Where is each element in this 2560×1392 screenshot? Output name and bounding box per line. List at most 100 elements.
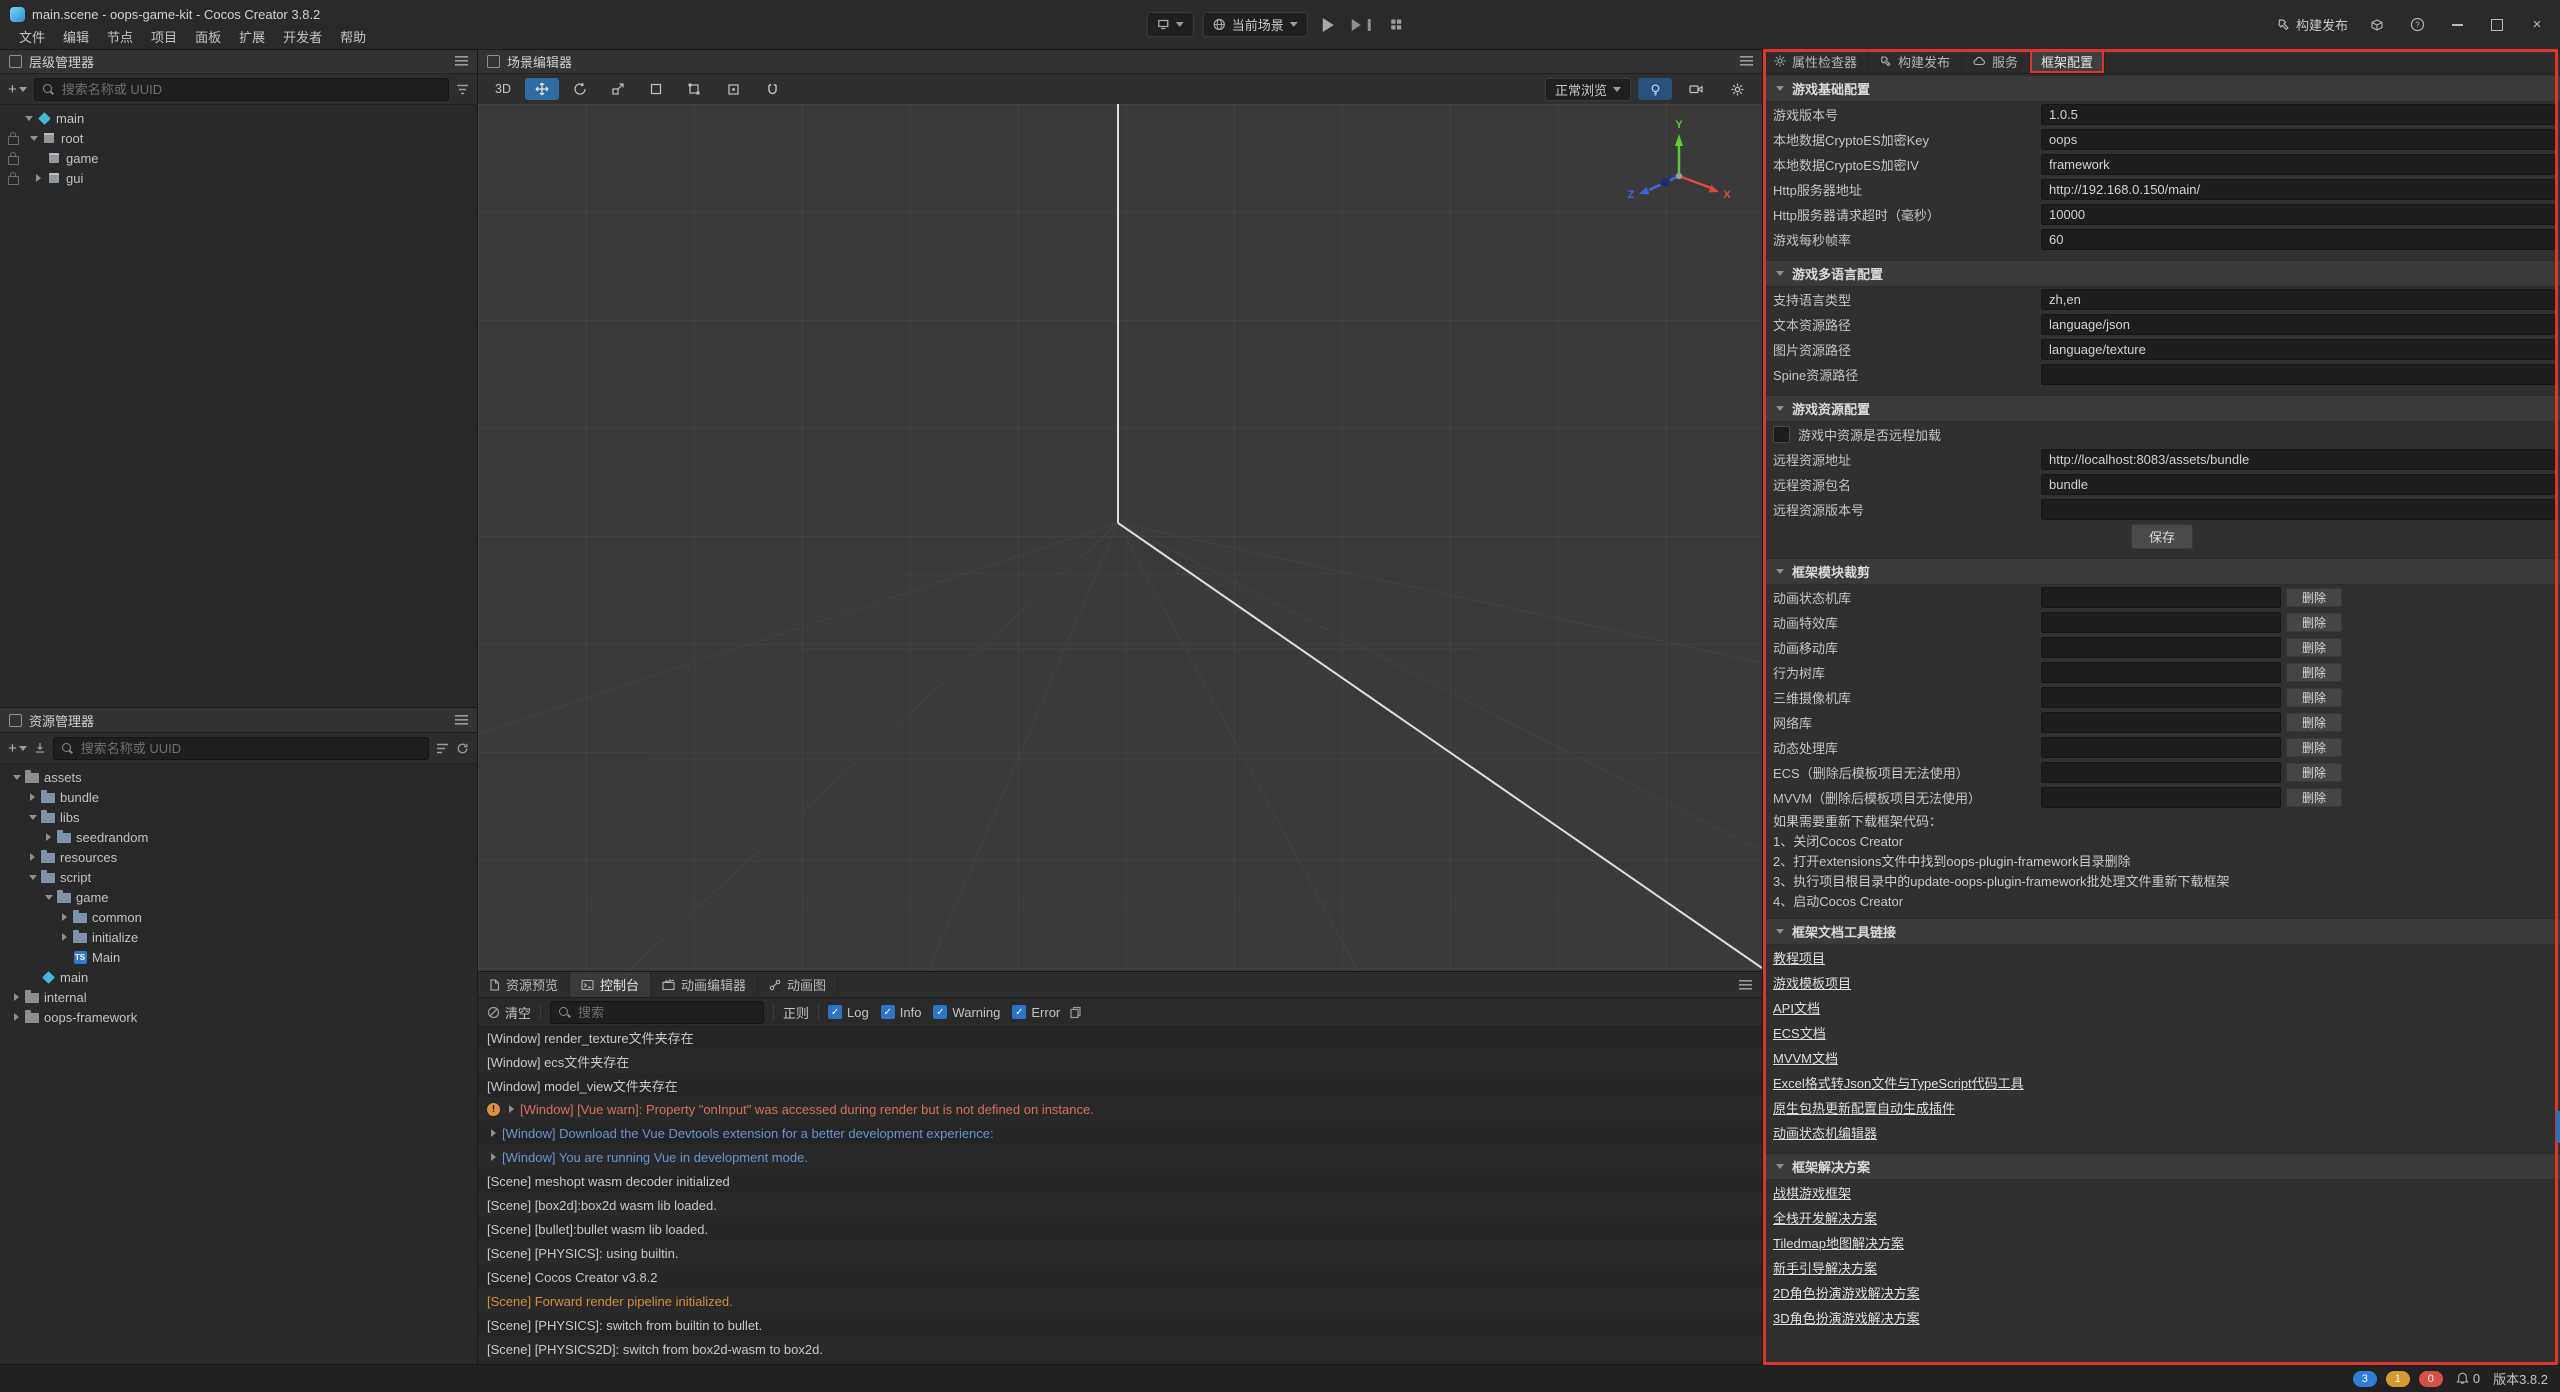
inspector-tab[interactable]: 构建发布 [1869,49,1962,73]
section-header[interactable]: 框架解决方案 [1763,1153,2560,1180]
notification-bell[interactable]: 0 [2456,1371,2480,1386]
section-header[interactable]: 游戏基础配置 [1763,75,2560,102]
doc-link[interactable]: 新手引导解决方案 [1773,1258,1877,1277]
doc-link[interactable]: 战棋游戏框架 [1773,1183,1851,1202]
field-input[interactable] [2041,474,2555,495]
console-search[interactable] [550,1001,764,1024]
doc-link[interactable]: 教程项目 [1773,948,1825,967]
module-input[interactable] [2041,662,2281,683]
expand-caret[interactable] [32,172,45,185]
close-button[interactable]: × [2526,14,2548,36]
layout-grid-button[interactable] [1379,14,1413,36]
filter-error[interactable]: ✓Error [1012,1005,1060,1020]
field-input[interactable] [2041,154,2555,175]
tree-node[interactable]: initialize [4,927,477,947]
field-input[interactable] [2041,364,2555,385]
tree-node[interactable]: root [4,128,477,148]
log-row[interactable]: [Scene] Cocos Creator v3.8.2 [478,1265,1762,1289]
expand-caret[interactable] [26,851,39,864]
doc-link[interactable]: Excel格式转Json文件与TypeScript代码工具 [1773,1073,2024,1092]
view-gizmo[interactable]: Y X Z [1621,114,1737,230]
save-button[interactable]: 保存 [2131,524,2193,549]
menu-item[interactable]: 开发者 [274,27,331,46]
menu-item[interactable]: 编辑 [54,27,98,46]
light-toggle-button[interactable] [1638,78,1672,100]
minimize-button[interactable] [2446,14,2468,36]
expand-caret[interactable] [26,811,39,824]
move-tool-button[interactable] [525,78,559,100]
import-icon[interactable] [34,742,46,754]
clear-console-button[interactable]: 清空 [487,1003,531,1022]
menu-item[interactable]: 项目 [142,27,186,46]
rect-tool-button[interactable] [639,78,673,100]
expand-caret[interactable] [10,991,23,1004]
doc-link[interactable]: 动画状态机编辑器 [1773,1123,1877,1142]
scene-gear-button[interactable] [1720,78,1754,100]
log-row[interactable]: [Window] ecs文件夹存在 [478,1049,1762,1073]
expand-caret[interactable] [487,1151,500,1164]
delete-button[interactable]: 删除 [2286,663,2342,682]
menu-item[interactable]: 面板 [186,27,230,46]
scene-viewport[interactable]: Y X Z [478,104,1762,971]
section-header[interactable]: 框架文档工具链接 [1763,918,2560,945]
tree-node[interactable]: gui [4,168,477,188]
inspector-tab[interactable]: 框架配置 [2030,49,2105,73]
help-icon[interactable]: ? [2406,14,2428,36]
menu-item[interactable]: 帮助 [331,27,375,46]
tree-node[interactable]: script [4,867,477,887]
delete-button[interactable]: 删除 [2286,788,2342,807]
expand-caret[interactable] [27,132,40,145]
field-input[interactable] [2041,204,2555,225]
delete-button[interactable]: 删除 [2286,738,2342,757]
panel-menu-icon[interactable] [1740,56,1753,66]
field-input[interactable] [2041,179,2555,200]
doc-link[interactable]: 全栈开发解决方案 [1773,1208,1877,1227]
snap-button[interactable] [755,78,789,100]
tree-node[interactable]: seedrandom [4,827,477,847]
scrollbar-thumb[interactable] [2556,1111,2560,1143]
hierarchy-search-input[interactable] [60,81,441,98]
assets-search-input[interactable] [79,740,421,757]
console-tab[interactable]: 动画图 [758,972,838,997]
remote-load-checkbox[interactable] [1773,426,1790,443]
doc-link[interactable]: 游戏模板项目 [1773,973,1851,992]
create-asset-button[interactable]: + [8,740,27,757]
device-dropdown[interactable] [1147,12,1194,37]
module-input[interactable] [2041,637,2281,658]
inspector-tab[interactable]: 服务 [1962,49,2030,73]
module-input[interactable] [2041,762,2281,783]
sort-icon[interactable] [436,743,449,754]
doc-link[interactable]: 2D角色扮演游戏解决方案 [1773,1283,1920,1302]
expand-caret[interactable] [42,831,55,844]
rotate-tool-button[interactable] [563,78,597,100]
console-tab[interactable]: 资源预览 [478,972,570,997]
doc-link[interactable]: API文档 [1773,998,1820,1017]
module-input[interactable] [2041,612,2281,633]
play-button[interactable] [1323,18,1341,32]
doc-link[interactable]: 原生包热更新配置自动生成插件 [1773,1098,1955,1117]
camera-button[interactable] [1679,78,1713,100]
log-row[interactable]: [Scene] [PHYSICS]: using builtin. [478,1241,1762,1265]
section-header[interactable]: 框架模块裁剪 [1763,558,2560,585]
view-mode-dropdown[interactable]: 正常浏览 [1545,78,1631,101]
filter-icon[interactable] [456,84,469,95]
copy-icon[interactable] [1069,1006,1082,1019]
module-input[interactable] [2041,712,2281,733]
tree-node[interactable]: internal [4,987,477,1007]
tree-node[interactable]: main [4,108,477,128]
doc-link[interactable]: Tiledmap地图解决方案 [1773,1233,1904,1252]
tree-node[interactable]: TSMain [4,947,477,967]
expand-caret[interactable] [58,931,71,944]
mode-3d-button[interactable]: 3D [486,78,520,100]
doc-link[interactable]: ECS文档 [1773,1023,1826,1042]
expand-caret[interactable] [26,871,39,884]
field-input[interactable] [2041,499,2555,520]
field-input[interactable] [2041,339,2555,360]
console-log-list[interactable]: [Window] render_texture文件夹存在[Window] ecs… [478,1025,1762,1366]
field-input[interactable] [2041,229,2555,250]
delete-button[interactable]: 删除 [2286,713,2342,732]
delete-button[interactable]: 删除 [2286,763,2342,782]
log-row[interactable]: [Scene] [PHYSICS]: switch from builtin t… [478,1313,1762,1337]
filter-info[interactable]: ✓Info [881,1005,922,1020]
panel-menu-icon[interactable] [455,715,468,725]
